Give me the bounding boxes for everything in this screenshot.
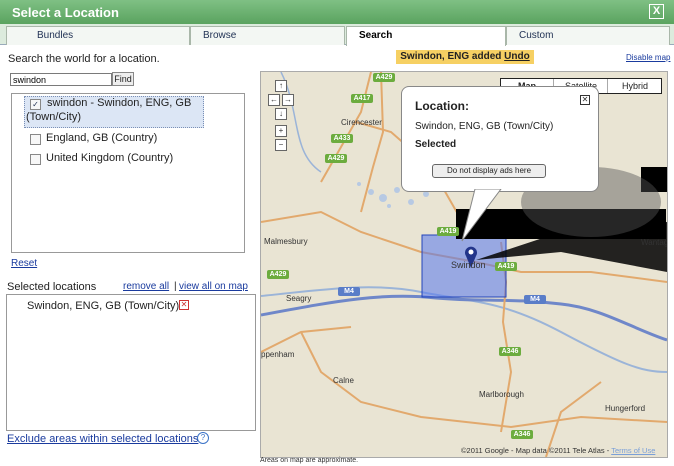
pan-down-icon[interactable]: ↓	[275, 108, 287, 120]
popup-close-icon[interactable]: ✕	[580, 95, 590, 105]
road-shield: A419	[437, 227, 459, 236]
popup-status: Selected	[415, 139, 457, 150]
result-sub-swindon: (Town/City)	[26, 111, 82, 123]
search-results-list: ✓ swindon - Swindon, ENG, GB (Town/City)…	[11, 93, 245, 253]
do-not-display-ads-button[interactable]: Do not display ads here	[432, 164, 546, 178]
tab-bundles-label: Bundles	[37, 30, 74, 41]
result-label-uk: United Kingdom (Country)	[46, 152, 174, 164]
road-shield: A417	[351, 94, 373, 103]
selected-locations-list: Swindon, ENG, GB (Town/City) ✕	[6, 294, 256, 431]
town-label: Cirencester	[341, 118, 382, 127]
road-shield: A429	[267, 270, 289, 279]
map-footnote: Areas on map are approximate.	[260, 457, 359, 464]
town-label: Swindon	[451, 260, 486, 270]
result-checkbox-england[interactable]	[30, 134, 41, 145]
tab-browse-label: Browse	[203, 30, 237, 41]
tab-custom[interactable]: Custom	[506, 26, 670, 45]
attribution-text: ©2011 Google - Map data ©2011 Tele Atlas…	[461, 446, 610, 455]
terms-of-use-link[interactable]: Terms of Use	[611, 446, 655, 455]
map-type-hybrid[interactable]: Hybrid	[607, 79, 662, 93]
road-shield: A429	[373, 73, 395, 82]
link-separator: |	[174, 281, 177, 292]
road-shield: A419	[495, 262, 517, 271]
pan-left-icon[interactable]: ←	[268, 94, 280, 106]
town-label: Hungerford	[605, 404, 646, 413]
result-checkbox-swindon[interactable]: ✓	[30, 99, 41, 110]
zoom-out-icon[interactable]: −	[275, 139, 287, 151]
road-shield: A346	[511, 430, 533, 439]
popup-title: Location:	[415, 99, 469, 113]
dialog-title: Select a Location	[12, 5, 119, 20]
result-item-swindon[interactable]: ✓ swindon - Swindon, ENG, GB (Town/City)	[24, 96, 204, 128]
popup-pointer	[461, 189, 502, 242]
road-shield: M4	[338, 287, 360, 296]
selected-item: Swindon, ENG, GB (Town/City)	[27, 300, 180, 312]
zoom-in-icon[interactable]: +	[275, 125, 287, 137]
added-notice: Swindon, ENG added Undo	[396, 50, 534, 64]
town-label: Calne	[333, 376, 354, 385]
remove-all-link[interactable]: remove all	[123, 281, 169, 292]
town-label: ppenham	[261, 350, 295, 359]
town-label: Wantag	[641, 238, 668, 247]
close-icon[interactable]: X	[649, 4, 664, 19]
remove-location-icon[interactable]: ✕	[179, 300, 189, 310]
tab-search[interactable]: Search	[346, 26, 506, 46]
added-notice-text: Swindon, ENG added	[400, 51, 502, 62]
exclude-areas-link[interactable]: Exclude areas within selected locations	[7, 433, 198, 445]
help-icon[interactable]: ?	[197, 432, 209, 444]
tab-bundles[interactable]: Bundles	[6, 26, 190, 45]
result-label-swindon: swindon - Swindon, ENG, GB	[47, 97, 192, 109]
map-view[interactable]: A429 A417 A433 A429 A419 A429 M4 A346 A3…	[260, 71, 668, 458]
map-attribution: ©2011 Google - Map data ©2011 Tele Atlas…	[461, 446, 655, 455]
tab-bar: Bundles Browse Search Custom	[0, 24, 674, 46]
find-button[interactable]: Find	[112, 72, 134, 86]
tab-custom-label: Custom	[519, 30, 554, 41]
tab-search-label: Search	[359, 30, 393, 41]
road-shield: A346	[499, 347, 521, 356]
town-label: Seagry	[286, 294, 312, 303]
result-label-england: England, GB (Country)	[46, 132, 158, 144]
popup-location-name: Swindon, ENG, GB (Town/City)	[415, 121, 554, 132]
tab-browse[interactable]: Browse	[190, 26, 345, 45]
undo-link[interactable]: Undo	[504, 51, 530, 62]
search-instruction: Search the world for a location.	[8, 53, 160, 65]
selected-locations-heading: Selected locations	[7, 281, 97, 293]
dialog-title-bar: Select a Location X	[0, 0, 674, 24]
location-info-popup: ✕ Location: Swindon, ENG, GB (Town/City)…	[401, 86, 599, 192]
road-shield: M4	[524, 295, 546, 304]
road-shield: A433	[331, 134, 353, 143]
pan-up-icon[interactable]: ↑	[275, 80, 287, 92]
disable-map-link[interactable]: Disable map	[626, 53, 670, 62]
reset-link[interactable]: Reset	[11, 258, 37, 269]
town-label: Marlborough	[479, 390, 524, 399]
search-input[interactable]	[10, 73, 112, 86]
view-all-on-map-link[interactable]: view all on map	[179, 281, 248, 292]
pan-right-icon[interactable]: →	[282, 94, 294, 106]
town-label: Malmesbury	[264, 237, 308, 246]
result-checkbox-uk[interactable]	[30, 154, 41, 165]
road-shield: A429	[325, 154, 347, 163]
